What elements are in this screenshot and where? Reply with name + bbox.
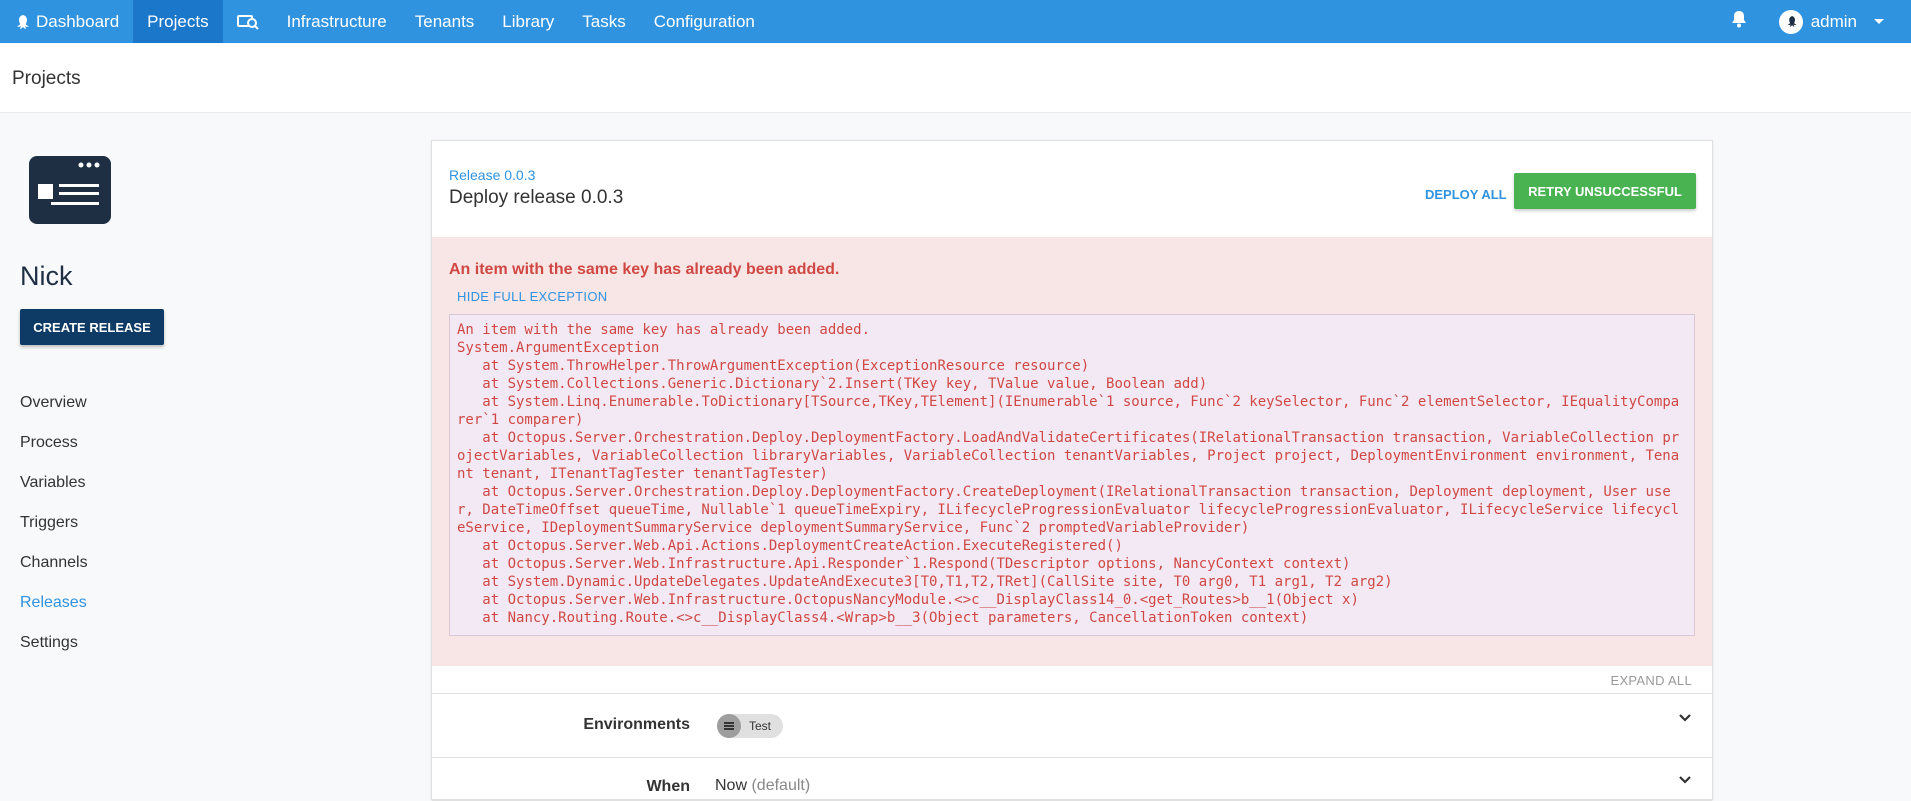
nav-projects[interactable]: Projects [133,0,223,43]
nav-infrastructure[interactable]: Infrastructure [273,0,401,43]
release-link[interactable]: Release 0.0.3 [449,167,535,183]
octopus-icon [14,14,30,30]
nav-search-machines[interactable] [223,0,273,43]
nav-right: admin [1715,0,1911,43]
environments-section[interactable]: Environments Test [432,694,1712,758]
nav-tenants-label: Tenants [414,11,475,31]
sidebar-item-settings[interactable]: Settings [20,623,88,663]
nav-tasks-label: Tasks [582,11,626,31]
expand-row: EXPAND ALL [432,666,1712,694]
when-default-text: (default) [751,777,811,794]
error-panel: An item with the same key has already be… [432,237,1712,666]
nav-library-label: Library [502,11,555,31]
release-title: Deploy release 0.0.3 [449,187,624,208]
nav-library[interactable]: Library [488,0,568,43]
nav-infrastructure-label: Infrastructure [286,11,387,31]
project-logo [29,156,111,224]
project-menu: Overview Process Variables Triggers Chan… [20,383,88,663]
chevron-down-icon[interactable] [1678,710,1692,728]
avatar [1778,9,1803,34]
environments-label: Environments [583,716,690,733]
hide-full-exception-link[interactable]: HIDE FULL EXCEPTION [457,289,607,304]
create-release-button[interactable]: CREATE RELEASE [20,309,164,345]
deploy-all-button[interactable]: DEPLOY ALL [1415,177,1517,211]
list-icon [717,714,741,738]
bell-icon [1731,10,1747,33]
card-header: Release 0.0.3 Deploy release 0.0.3 DEPLO… [432,141,1712,237]
when-section[interactable]: When Now (default) [432,758,1712,801]
page-title: Projects [12,68,81,89]
nav-dashboard[interactable]: Dashboard [0,0,133,43]
user-name: admin [1810,11,1857,31]
sidebar-item-variables[interactable]: Variables [20,463,88,503]
environment-chip: Test [717,714,784,738]
when-value-text: Now [715,777,748,794]
search-machines-icon [236,14,259,30]
exception-text: An item with the same key has already be… [457,322,1680,626]
nav-configuration-label: Configuration [653,11,755,31]
chevron-down-icon[interactable] [1678,772,1692,790]
sidebar-item-process[interactable]: Process [20,423,88,463]
nav-projects-label: Projects [147,11,209,31]
chevron-down-icon [1873,18,1885,26]
sidebar-item-releases[interactable]: Releases [20,583,88,623]
nav-tasks[interactable]: Tasks [568,0,639,43]
when-label: When [646,778,690,795]
exception-details: An item with the same key has already be… [449,314,1695,636]
sidebar-item-triggers[interactable]: Triggers [20,503,88,543]
environment-chip-label: Test [749,719,772,733]
expand-all-button[interactable]: EXPAND ALL [1610,673,1692,688]
top-navigation: Dashboard Projects Infrastructure Tenant… [0,0,1911,43]
deploy-card: Release 0.0.3 Deploy release 0.0.3 DEPLO… [431,140,1713,801]
notifications-button[interactable] [1715,0,1763,43]
nav-configuration[interactable]: Configuration [640,0,769,43]
page-header: Projects [0,43,1911,113]
project-name: Nick [20,261,73,291]
project-sidebar: Nick CREATE RELEASE Overview Process Var… [0,113,420,794]
retry-unsuccessful-button[interactable]: RETRY UNSUCCESSFUL [1514,173,1696,209]
error-title: An item with the same key has already be… [449,261,840,278]
sidebar-item-overview[interactable]: Overview [20,383,88,423]
sidebar-item-channels[interactable]: Channels [20,543,88,583]
user-menu[interactable]: admin [1763,0,1911,43]
nav-dashboard-label: Dashboard [36,11,120,31]
nav-tenants[interactable]: Tenants [401,0,489,43]
when-value: Now (default) [715,777,810,795]
